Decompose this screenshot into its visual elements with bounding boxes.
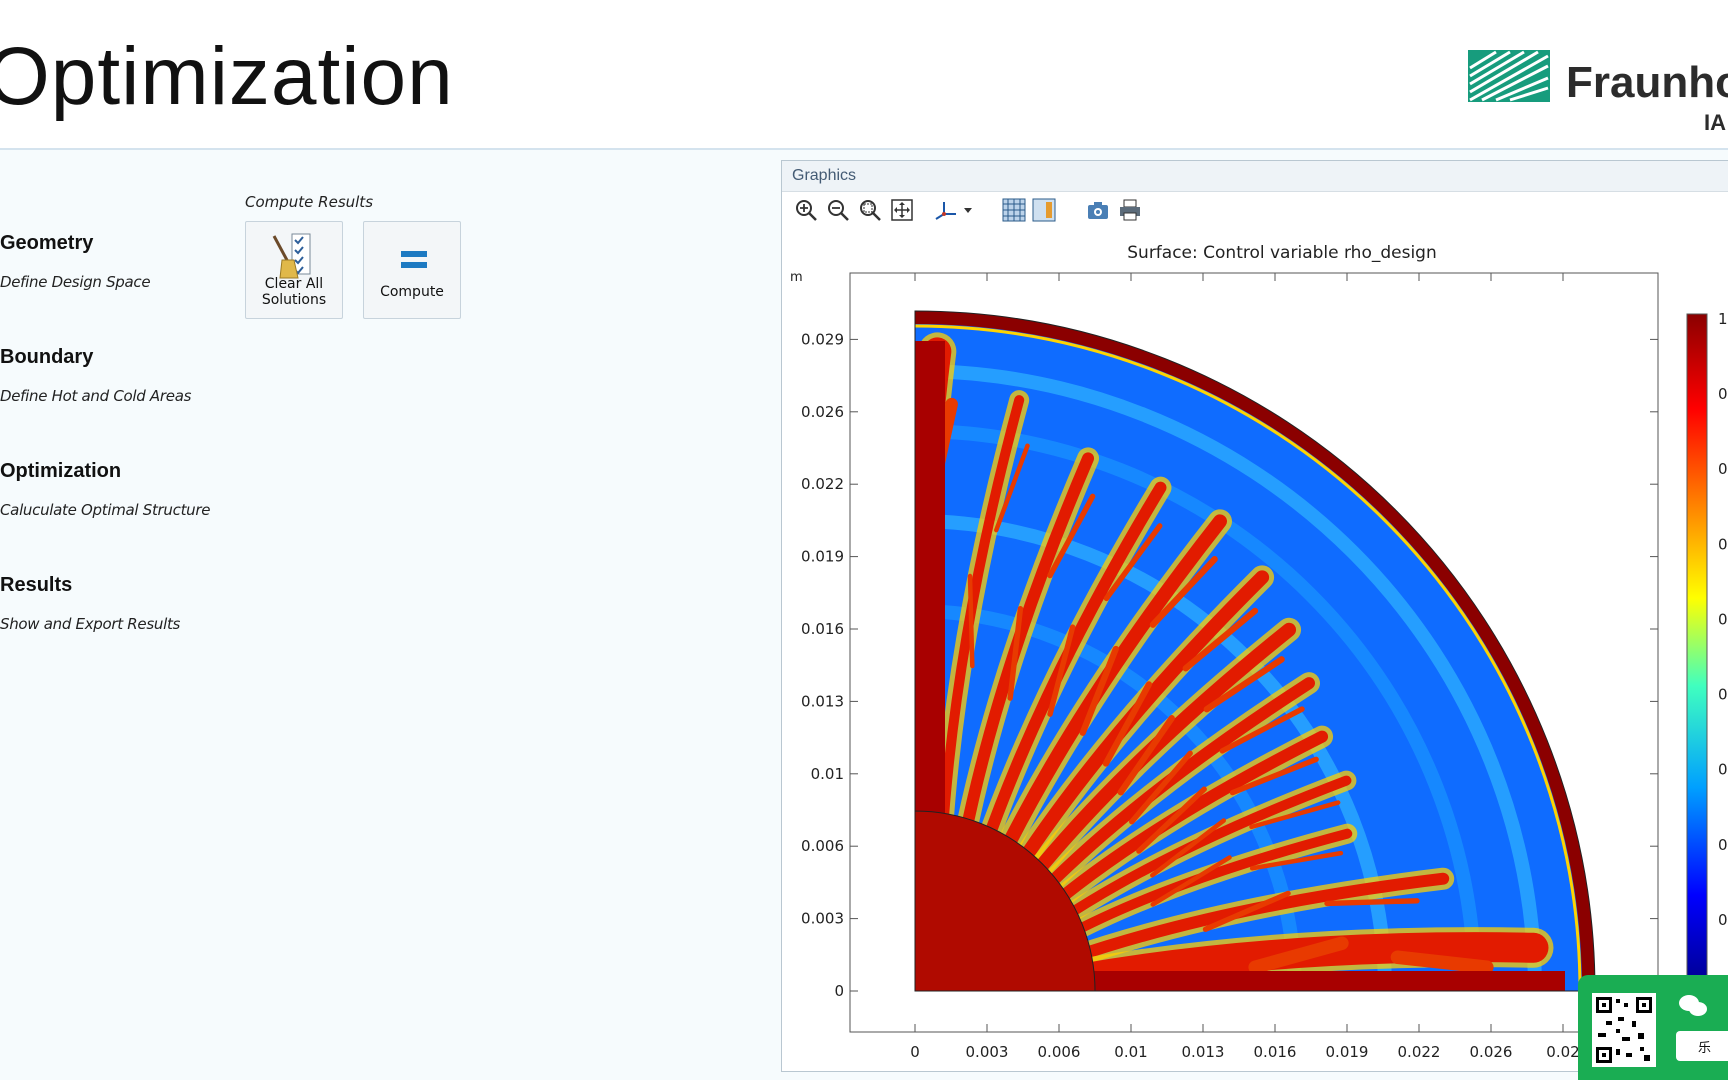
y-tick-label: 0.022 (801, 475, 844, 493)
y-tick-label: 0.013 (801, 692, 844, 710)
x-tick-label: 0.003 (966, 1043, 1009, 1061)
branch-twig (1324, 898, 1420, 907)
colorbar-tick-label: 0 (1718, 385, 1728, 403)
colorbar (1686, 313, 1708, 991)
colorbar-tick-label: 0 (1718, 686, 1728, 704)
x-tick-label: 0.02 (1546, 1043, 1579, 1061)
qr-code-icon (1592, 993, 1656, 1067)
y-tick-label: 0.01 (811, 765, 844, 783)
search-box[interactable]: 乐 (1676, 1031, 1728, 1061)
x-tick-label: 0.006 (1038, 1043, 1081, 1061)
colorbar-tick-label: 0 (1718, 911, 1728, 929)
y-unit-label: m (790, 270, 803, 285)
x-tick-label: 0.016 (1254, 1043, 1297, 1061)
colorbar-tick-label: 0 (1718, 535, 1728, 553)
x-tick-label: 0.019 (1326, 1043, 1369, 1061)
colorbar-tick-label: 1 (1718, 310, 1728, 328)
branch-twig (967, 573, 975, 669)
x-tick-label: 0 (910, 1043, 920, 1061)
colorbar-tick-label: 0 (1718, 761, 1728, 779)
qr-overlay: 乐 (1578, 975, 1728, 1080)
y-tick-label: 0.029 (801, 330, 844, 348)
y-tick-label: 0.019 (801, 548, 844, 566)
x-tick-label: 0.013 (1182, 1043, 1225, 1061)
y-tick-label: 0.026 (801, 403, 844, 421)
x-tick-label: 0.022 (1398, 1043, 1441, 1061)
y-tick-label: 0 (834, 982, 844, 1000)
y-tick-label: 0.006 (801, 837, 844, 855)
x-tick-label: 0.026 (1470, 1043, 1513, 1061)
x-tick-label: 0.01 (1114, 1043, 1147, 1061)
colorbar-tick-label: 0 (1718, 460, 1728, 478)
search-text: 乐 (1698, 1041, 1712, 1056)
colorbar-tick-label: 0 (1718, 836, 1728, 854)
heatmap-plot: 0.029 0.026 0.022 0.019 0.016 0.013 0.01 0.006 0… (790, 270, 1728, 1061)
colorbar-tick-label: 0 (1718, 610, 1728, 628)
wechat-icon (1679, 995, 1707, 1016)
y-tick-label: 0.016 (801, 620, 844, 638)
y-tick-label: 0.003 (801, 910, 844, 928)
